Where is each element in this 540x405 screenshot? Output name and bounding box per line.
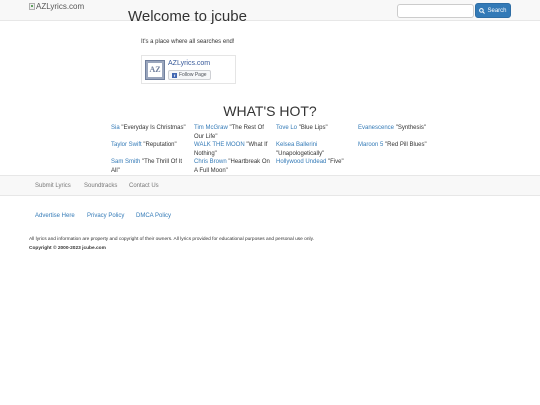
footer-nav-submit-lyrics[interactable]: Submit Lyrics <box>35 183 71 189</box>
hot-artist-link[interactable]: Maroon 5 <box>358 142 383 148</box>
search-button-label: Search <box>487 7 507 14</box>
whats-hot-title: WHAT'S HOT? <box>223 103 317 119</box>
search-button[interactable]: Search <box>475 3 511 18</box>
hot-artist-link[interactable]: Tove Lo <box>276 125 297 131</box>
facebook-page-widget: AZ AZLyrics.com f Follow Page <box>141 55 236 84</box>
hot-item: Tove Lo "Blue Lips" <box>276 124 354 133</box>
disclaimer-text: All lyrics and information are property … <box>29 237 314 242</box>
hot-artist-link[interactable]: Taylor Swift <box>111 142 142 148</box>
hot-artist-link[interactable]: Chris Brown <box>194 159 227 165</box>
logo-alt-text: AZLyrics.com <box>36 1 85 11</box>
hot-item: Kelsea Ballerini "Unapologetically" <box>276 141 354 158</box>
hot-artist-link[interactable]: WALK THE MOON <box>194 142 245 148</box>
hot-artist-link[interactable]: Sia <box>111 125 120 131</box>
hot-song-title: "Synthesis" <box>395 125 426 131</box>
facebook-follow-label: Follow Page <box>179 72 207 78</box>
hot-song-title: "Red Pill Blues" <box>385 142 427 148</box>
footer-link-dmca-policy[interactable]: DMCA Policy <box>136 213 171 219</box>
hot-song-title: "Blue Lips" <box>298 125 328 131</box>
hot-artist-link[interactable]: Sam Smith <box>111 159 140 165</box>
facebook-page-avatar[interactable]: AZ <box>145 60 165 80</box>
facebook-icon: f <box>172 72 177 78</box>
hot-item: Maroon 5 "Red Pill Blues" <box>358 141 448 150</box>
hot-artist-link[interactable]: Kelsea Ballerini <box>276 142 317 148</box>
hot-item: Sam Smith "The Thrill Of It All" <box>111 158 189 175</box>
footer-link-privacy-policy[interactable]: Privacy Policy <box>87 213 124 219</box>
hot-song-title: "Reputation" <box>143 142 177 148</box>
hot-song-title: "Everyday Is Christmas" <box>121 125 186 131</box>
hot-item: Tim McGraw "The Rest Of Our Life" <box>194 124 272 141</box>
footer-link-advertise[interactable]: Advertise Here <box>35 213 75 219</box>
footer-nav-contact-us[interactable]: Contact Us <box>129 183 159 189</box>
hot-item: Sia "Everyday Is Christmas" <box>111 124 189 133</box>
hot-artist-link[interactable]: Hollywood Undead <box>276 159 326 165</box>
footer-nav-soundtracks[interactable]: Soundtracks <box>84 183 117 189</box>
facebook-follow-button[interactable]: f Follow Page <box>168 70 211 80</box>
hot-item: Chris Brown "Heartbreak On A Full Moon" <box>194 158 272 175</box>
hot-song-title: "Five" <box>328 159 344 165</box>
search-icon <box>479 7 486 14</box>
hot-artist-link[interactable]: Tim McGraw <box>194 125 228 131</box>
hot-artist-link[interactable]: Evanescence <box>358 125 394 131</box>
top-navbar: AZLyrics.com Search <box>0 0 540 21</box>
hot-item: Hollywood Undead "Five" <box>276 158 354 167</box>
facebook-page-name[interactable]: AZLyrics.com <box>168 60 210 67</box>
search-input[interactable] <box>397 4 474 18</box>
hot-item: WALK THE MOON "What If Nothing" <box>194 141 272 158</box>
copyright-text: Copyright © 2000-2023 jcube.com <box>29 246 106 251</box>
hot-song-title: "Unapologetically" <box>276 150 325 157</box>
hot-item: Taylor Swift "Reputation" <box>111 141 189 150</box>
hot-item: Evanescence "Synthesis" <box>358 124 448 133</box>
broken-image-icon <box>29 2 35 10</box>
footer-navbar: Submit Lyrics Soundtracks Contact Us <box>0 175 540 196</box>
site-logo[interactable]: AZLyrics.com <box>29 1 84 11</box>
tagline: It's a place where all searches end! <box>141 39 235 45</box>
welcome-heading: Welcome to jcube <box>128 8 247 25</box>
